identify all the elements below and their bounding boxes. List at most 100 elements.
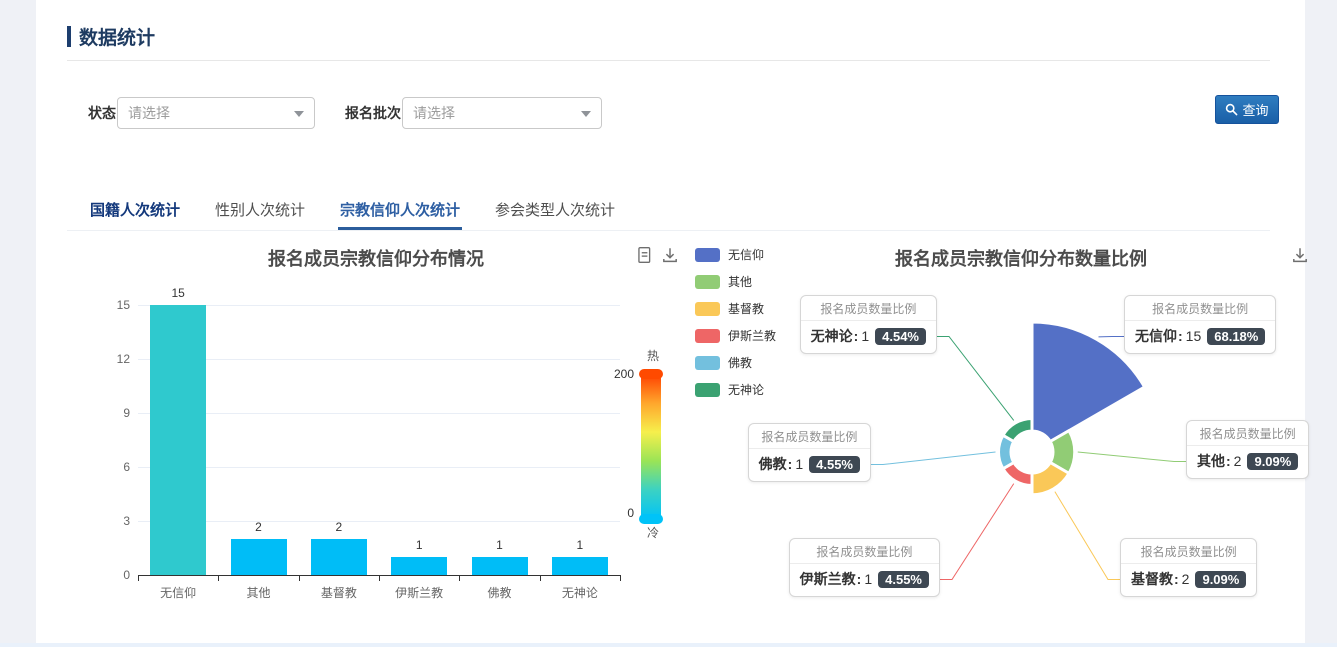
- legend-item[interactable]: 伊斯兰教: [695, 329, 776, 343]
- pie-item-name: 其他: [1197, 451, 1234, 471]
- percent-badge: 9.09%: [1247, 453, 1298, 470]
- visualmap-hot-label: 热: [642, 347, 664, 364]
- search-icon: [1225, 103, 1238, 116]
- legend-item[interactable]: 无信仰: [695, 248, 776, 262]
- x-axis-tick: [379, 576, 380, 581]
- chevron-down-icon: [294, 111, 304, 117]
- x-axis-tick: [138, 576, 139, 581]
- gridline: [138, 413, 620, 414]
- legend-swatch: [695, 329, 720, 343]
- bar: [552, 557, 608, 575]
- tab-religion-stats[interactable]: 宗教信仰人次统计: [338, 196, 462, 230]
- batch-select[interactable]: 请选择: [402, 97, 602, 129]
- y-axis-label: 3: [90, 513, 130, 529]
- data-view-icon[interactable]: [635, 246, 653, 264]
- legend-swatch: [695, 248, 720, 262]
- visualmap-gradient-bar[interactable]: [641, 374, 661, 519]
- legend-swatch: [695, 275, 720, 289]
- x-axis-tick: [540, 576, 541, 581]
- pie-sector-3[interactable]: [1003, 463, 1032, 486]
- pie-tooltip-title: 报名成员数量比例: [790, 539, 939, 564]
- bar-value-label: 1: [472, 538, 528, 552]
- x-axis-label: 无信仰: [136, 584, 220, 601]
- y-axis-label: 9: [90, 405, 130, 421]
- bar: [472, 557, 528, 575]
- pie-item-name: 无信仰: [1135, 326, 1186, 346]
- tab-nationality-stats[interactable]: 国籍人次统计: [88, 196, 182, 230]
- x-axis-label: 其他: [217, 584, 301, 601]
- pie-label-card: 报名成员数量比例 伊斯兰教 1 4.55%: [789, 538, 940, 597]
- pie-legend: 无信仰其他基督教伊斯兰教佛教无神论: [695, 248, 776, 410]
- batch-select-value: 请选择: [413, 103, 455, 123]
- pie-label-card: 报名成员数量比例 其他 2 9.09%: [1186, 420, 1309, 479]
- legend-item[interactable]: 佛教: [695, 356, 776, 370]
- x-axis-label: 基督教: [297, 584, 381, 601]
- bar-chart-title: 报名成员宗教信仰分布情况: [136, 245, 616, 271]
- legend-item[interactable]: 其他: [695, 275, 776, 289]
- pie-item-value: 2: [1182, 571, 1190, 587]
- bottom-strip: [0, 643, 1337, 647]
- pie-tooltip-title: 报名成员数量比例: [1121, 539, 1256, 564]
- batch-label: 报名批次: [345, 103, 401, 123]
- download-icon[interactable]: [1291, 246, 1309, 264]
- visualmap-max-label: 200: [592, 367, 634, 381]
- y-axis-label: 15: [90, 297, 130, 313]
- leader-line: [1078, 452, 1186, 462]
- tab-meeting-type-stats[interactable]: 参会类型人次统计: [493, 196, 617, 230]
- pie-item-value: 1: [795, 456, 803, 472]
- pie-label-card: 报名成员数量比例 无神论 1 4.54%: [800, 295, 937, 354]
- pie-sector-5[interactable]: [1003, 419, 1032, 442]
- pie-tooltip-title: 报名成员数量比例: [801, 296, 936, 321]
- pie-item-value: 1: [861, 328, 869, 344]
- percent-badge: 4.55%: [878, 571, 929, 588]
- bar-value-label: 15: [150, 286, 206, 300]
- query-button[interactable]: 查询: [1215, 95, 1279, 124]
- x-axis-tick: [299, 576, 300, 581]
- tab-gender-stats[interactable]: 性别人次统计: [213, 196, 307, 230]
- legend-label: 基督教: [728, 302, 764, 316]
- gridline: [138, 359, 620, 360]
- page-title: 数据统计: [79, 23, 155, 50]
- pie-sector-2[interactable]: [1032, 463, 1069, 495]
- pie-item-value: 15: [1186, 328, 1202, 344]
- pie-sector-1[interactable]: [1050, 431, 1075, 474]
- percent-badge: 68.18%: [1207, 328, 1265, 345]
- legend-item[interactable]: 无神论: [695, 383, 776, 397]
- pie-tooltip-title: 报名成员数量比例: [1187, 421, 1308, 446]
- bar-value-label: 1: [391, 538, 447, 552]
- bar: [391, 557, 447, 575]
- x-axis-label: 佛教: [458, 584, 542, 601]
- legend-swatch: [695, 383, 720, 397]
- visualmap-min-label: 0: [592, 506, 634, 520]
- pie-label-card: 报名成员数量比例 佛教 1 4.55%: [748, 423, 871, 482]
- gridline: [138, 305, 620, 306]
- y-axis-label: 0: [90, 567, 130, 583]
- pie-tooltip-title: 报名成员数量比例: [749, 424, 870, 449]
- pie-sector-4[interactable]: [999, 435, 1014, 468]
- pie-chart-title: 报名成员宗教信仰分布数量比例: [796, 245, 1246, 271]
- x-axis-tick: [620, 576, 621, 581]
- download-icon[interactable]: [661, 246, 679, 264]
- leader-line: [937, 337, 1014, 421]
- legend-label: 无信仰: [728, 248, 764, 262]
- query-button-label: 查询: [1242, 100, 1268, 119]
- y-axis-label: 6: [90, 459, 130, 475]
- legend-item[interactable]: 基督教: [695, 302, 776, 316]
- legend-label: 伊斯兰教: [728, 329, 776, 343]
- pie-tooltip-title: 报名成员数量比例: [1125, 296, 1275, 321]
- visualmap-handle-top[interactable]: [639, 369, 663, 379]
- bar-value-label: 2: [231, 520, 287, 534]
- gridline: [138, 521, 620, 522]
- bar-value-label: 2: [311, 520, 367, 534]
- x-axis-tick: [459, 576, 460, 581]
- status-select[interactable]: 请选择: [117, 97, 315, 129]
- pie-item-name: 基督教: [1131, 569, 1182, 589]
- visualmap-cold-label: 冷: [642, 524, 664, 541]
- percent-badge: 9.09%: [1195, 571, 1246, 588]
- pie-item-name: 无神论: [811, 326, 862, 346]
- leader-line: [940, 484, 1014, 580]
- bar: [231, 539, 287, 575]
- title-accent-bar: [67, 26, 71, 47]
- content-area: 数据统计 状态 请选择 报名批次 请选择 查询 国籍人次统计 性别人次统计 宗教…: [36, 0, 1305, 647]
- visualmap-handle-bottom[interactable]: [639, 514, 663, 524]
